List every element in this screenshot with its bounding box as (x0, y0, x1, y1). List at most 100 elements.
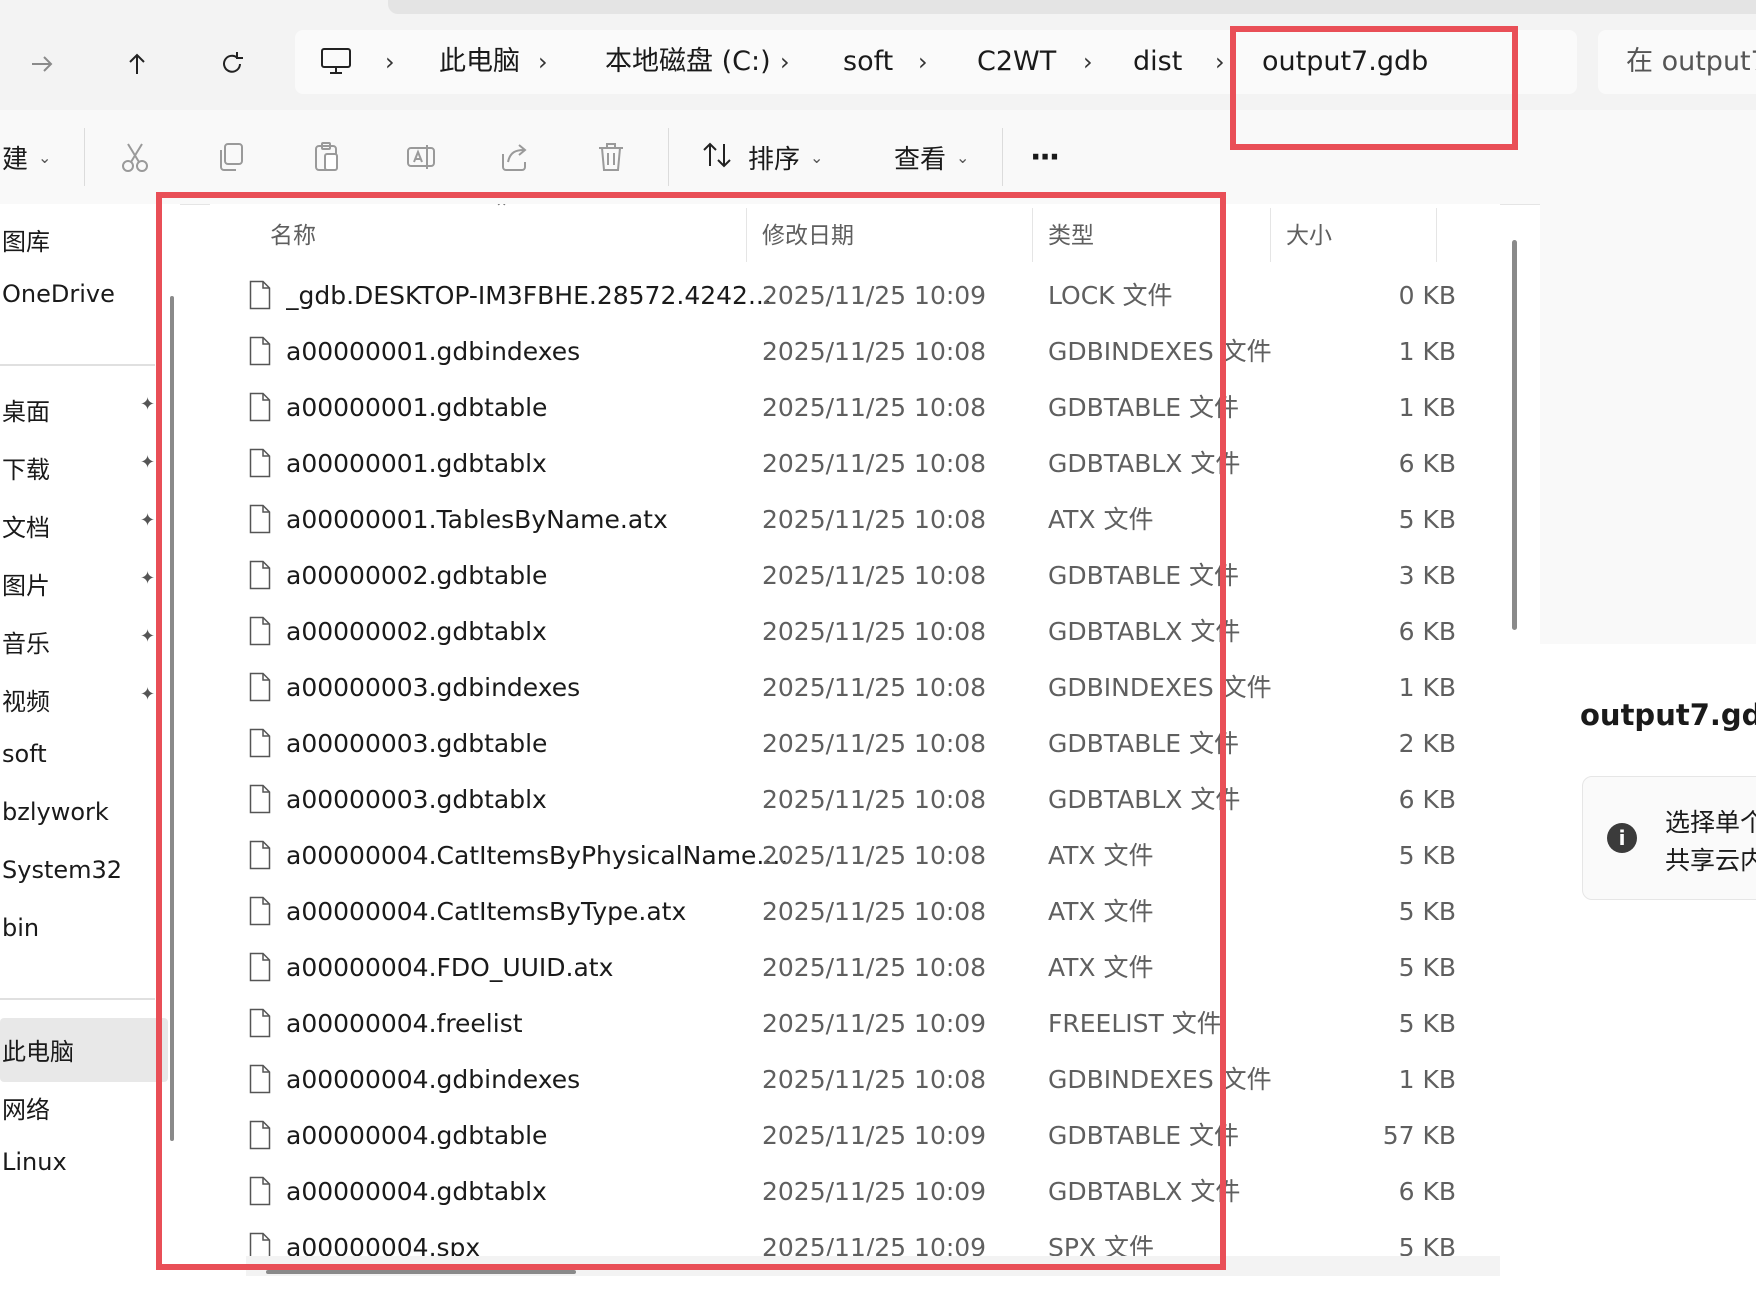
file-row[interactable]: a00000003.gdbtablx 2025/11/25 10:08 GDBTAB… (210, 772, 1500, 828)
breadcrumb-c2wt[interactable]: C2WT (977, 30, 1056, 94)
sidebar-item-linux[interactable]: Linux (2, 1148, 67, 1176)
address-bar[interactable]: › 此电脑 › 本地磁盘 (C:) › soft › C2WT › dist ›… (295, 30, 1577, 94)
sidebar-item-bzlywork[interactable]: bzlywork (2, 798, 109, 826)
column-header-type[interactable]: 类型 (1048, 204, 1094, 268)
sidebar-item-pictures[interactable]: 图片 (2, 566, 50, 601)
pin-icon[interactable]: ✦ (140, 452, 155, 473)
chevron-right-icon[interactable]: › (1083, 30, 1093, 94)
file-size: 6 KB (1398, 785, 1456, 814)
breadcrumb-this-pc[interactable]: 此电脑 (439, 30, 520, 94)
file-row[interactable]: a00000004.gdbtable 2025/11/25 10:09 GDBTAB… (210, 1108, 1500, 1164)
file-size: 1 KB (1398, 393, 1456, 422)
chevron-right-icon[interactable]: › (1215, 30, 1225, 94)
pin-icon[interactable]: ✦ (140, 684, 155, 705)
file-row[interactable]: a00000004.CatItemsByType.atx 2025/11/25 1… (210, 884, 1500, 940)
file-icon (249, 1120, 271, 1150)
column-header-size[interactable]: 大小 (1286, 204, 1332, 268)
up-arrow-icon[interactable] (115, 42, 159, 86)
sort-button[interactable]: 排序 ⌄ (700, 110, 823, 204)
scrollbar-thumb[interactable] (266, 1270, 576, 1274)
file-row[interactable]: a00000004.gdbtablx 2025/11/25 10:09 GDBTAB… (210, 1164, 1500, 1220)
file-row[interactable]: a00000003.gdbtable 2025/11/25 10:08 GDBTAB… (210, 716, 1500, 772)
pin-icon[interactable]: ✦ (140, 510, 155, 531)
more-options-button[interactable]: ··· (1030, 110, 1060, 204)
chevron-right-icon[interactable]: › (918, 30, 928, 94)
sidebar-item-system32[interactable]: System32 (2, 856, 122, 884)
file-list: ⌃ 名称 修改日期 类型 大小 _gdb.DESKTOP-IM3FBHE.285… (210, 204, 1500, 1294)
chevron-right-icon[interactable]: › (538, 30, 548, 94)
file-modified-date: 2025/11/25 10:08 (762, 337, 987, 366)
file-type: GDBTABLE 文件 (1048, 1121, 1240, 1150)
computer-icon[interactable] (319, 46, 353, 80)
file-icon (249, 728, 271, 758)
column-divider[interactable] (1436, 208, 1437, 262)
chevron-right-icon[interactable]: › (385, 30, 395, 94)
file-size: 0 KB (1398, 281, 1456, 310)
refresh-icon[interactable] (210, 42, 254, 86)
file-row[interactable]: a00000004.freelist 2025/11/25 10:09 FREELI… (210, 996, 1500, 1052)
file-row[interactable]: a00000002.gdbtable 2025/11/25 10:08 GDBTAB… (210, 548, 1500, 604)
column-header-name[interactable]: 名称 (270, 204, 316, 268)
chevron-down-icon: ⌄ (956, 147, 970, 167)
chevron-right-icon[interactable]: › (780, 30, 790, 94)
sidebar-scrollbar[interactable] (170, 296, 174, 1141)
info-text-line1: 选择单个 (1665, 808, 1756, 837)
sidebar-item-documents[interactable]: 文档 (2, 508, 50, 543)
sidebar-item-bin[interactable]: bin (2, 914, 39, 942)
sidebar-item-downloads[interactable]: 下载 (2, 450, 50, 485)
command-bar: 建 ⌄ 排序 ⌄ 查看 ⌄ ··· (0, 110, 1756, 205)
file-type: ATX 文件 (1048, 841, 1154, 870)
sidebar-item-gallery[interactable]: 图库 (2, 222, 50, 257)
forward-arrow-icon[interactable] (20, 42, 64, 86)
file-modified-date: 2025/11/25 10:09 (762, 1121, 987, 1150)
sidebar-item-desktop[interactable]: 桌面 (2, 392, 50, 427)
file-type: ATX 文件 (1048, 505, 1154, 534)
file-type: GDBTABLX 文件 (1048, 449, 1241, 478)
sidebar-divider (0, 998, 155, 1000)
file-row[interactable]: a00000001.gdbindexes 2025/11/25 10:08 GDBI… (210, 324, 1500, 380)
vertical-scrollbar[interactable] (1512, 240, 1517, 630)
sidebar-item-onedrive[interactable]: OneDrive (2, 280, 115, 308)
file-row[interactable]: a00000004.FDO_UUID.atx 2025/11/25 10:08 AT… (210, 940, 1500, 996)
new-button[interactable]: 建 ⌄ (2, 110, 51, 204)
file-type: GDBTABLX 文件 (1048, 617, 1241, 646)
breadcrumb-dist[interactable]: dist (1133, 30, 1182, 94)
file-row[interactable]: _gdb.DESKTOP-IM3FBHE.28572.4242... 2025/1… (210, 268, 1500, 324)
search-input[interactable]: 在 output7 (1598, 30, 1756, 94)
pin-icon[interactable]: ✦ (140, 394, 155, 415)
pin-icon[interactable]: ✦ (140, 568, 155, 589)
column-divider[interactable] (1032, 208, 1033, 262)
copy-icon[interactable] (214, 110, 248, 204)
sidebar-item-soft[interactable]: soft (2, 740, 47, 768)
view-button[interactable]: 查看 ⌄ (894, 110, 969, 204)
file-row[interactable]: a00000003.gdbindexes 2025/11/25 10:08 GDBI… (210, 660, 1500, 716)
sidebar-item-network[interactable]: 网络 (2, 1090, 50, 1125)
share-icon[interactable] (498, 110, 532, 204)
file-row[interactable]: a00000004.gdbindexes 2025/11/25 10:08 GDBI… (210, 1052, 1500, 1108)
paste-icon[interactable] (310, 110, 344, 204)
column-divider[interactable] (1270, 208, 1271, 262)
details-body (1540, 644, 1756, 1294)
cut-icon[interactable] (118, 110, 152, 204)
pin-icon[interactable]: ✦ (140, 626, 155, 647)
file-row[interactable]: a00000001.TablesByName.atx 2025/11/25 10:… (210, 492, 1500, 548)
horizontal-scrollbar[interactable] (246, 1256, 1500, 1276)
column-header-date[interactable]: 修改日期 (762, 204, 854, 268)
file-row[interactable]: a00000002.gdbtablx 2025/11/25 10:08 GDBTAB… (210, 604, 1500, 660)
file-size: 6 KB (1398, 1177, 1456, 1206)
file-row[interactable]: a00000001.gdbtablx 2025/11/25 10:08 GDBTAB… (210, 436, 1500, 492)
breadcrumb-soft[interactable]: soft (843, 30, 893, 94)
file-icon (249, 1008, 271, 1038)
breadcrumb-output7-gdb[interactable]: output7.gdb (1262, 30, 1428, 94)
file-row[interactable]: a00000004.CatItemsByPhysicalName.... 2025… (210, 828, 1500, 884)
file-row[interactable]: a00000001.gdbtable 2025/11/25 10:08 GDBTAB… (210, 380, 1500, 436)
sidebar-item-this-pc[interactable]: 此电脑 (2, 1032, 74, 1067)
file-icon (249, 784, 271, 814)
delete-icon[interactable] (594, 110, 628, 204)
sidebar-item-music[interactable]: 音乐 (2, 624, 50, 659)
breadcrumb-local-disk[interactable]: 本地磁盘 (C:) (605, 30, 771, 94)
sidebar-item-videos[interactable]: 视频 (2, 682, 50, 717)
rename-icon[interactable] (404, 110, 438, 204)
chevron-down-icon: ⌄ (810, 147, 824, 167)
column-divider[interactable] (746, 208, 747, 262)
